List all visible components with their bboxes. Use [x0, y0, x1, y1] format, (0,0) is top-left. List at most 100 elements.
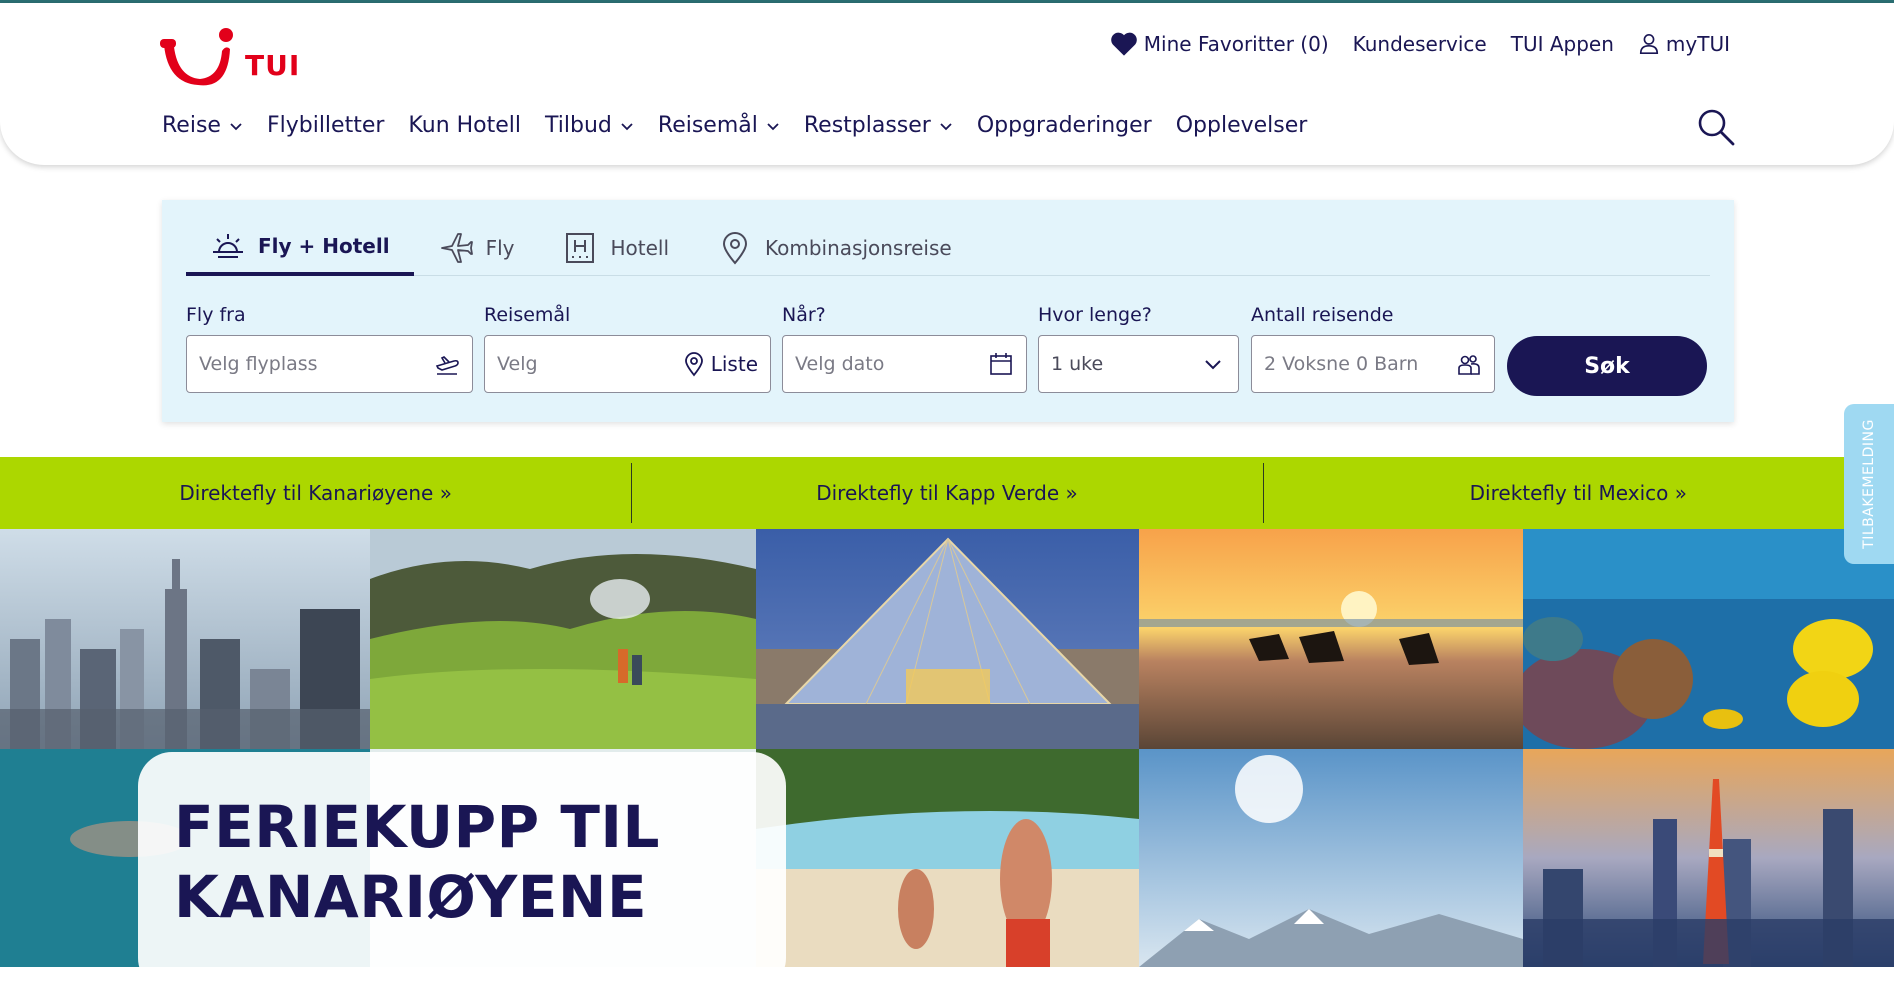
direct-flight-link-kapp-verde[interactable]: Direktefly til Kapp Verde » — [631, 457, 1262, 529]
photo-coral-reef-fish[interactable] — [1523, 529, 1894, 749]
favorites-label: Mine Favoritter (0) — [1143, 32, 1329, 56]
nav-item-restplasser[interactable]: Restplasser — [804, 113, 953, 138]
link-label: Direktefly til Mexico » — [1469, 481, 1687, 505]
chevron-down-icon — [767, 122, 779, 130]
favorites-link[interactable]: Mine Favoritter (0) — [1110, 31, 1329, 57]
search-tabs: Fly + Hotell Fly Hotell Kombinasjonsreis… — [186, 220, 1710, 276]
antall-reisende-field: Antall reisende 2 Voksne 0 Barn — [1251, 304, 1495, 393]
sun-icon — [213, 234, 243, 258]
direct-flight-link-mexico[interactable]: Direktefly til Mexico » — [1262, 457, 1894, 529]
field-label: Reisemål — [484, 304, 571, 326]
photo-snowy-mountains-sky[interactable] — [1139, 749, 1523, 967]
fly-fra-field: Fly fra Velg flyplass — [186, 304, 473, 393]
tab-label: Fly — [485, 236, 515, 260]
link-label: Direktefly til Kapp Verde » — [816, 481, 1078, 505]
list-label: Liste — [710, 352, 758, 376]
nav-label: Kun Hotell — [408, 113, 522, 138]
photo-kids-running-beach[interactable] — [756, 749, 1139, 967]
brand-name: TUI — [245, 49, 301, 82]
customer-service-label: Kundeservice — [1352, 32, 1487, 56]
nav-label: Tilbud — [545, 113, 612, 138]
promo-card[interactable]: FERIEKUPP TIL KANARIØYENE — [138, 752, 786, 992]
tab-label: Hotell — [610, 236, 670, 260]
field-placeholder: Velg dato — [795, 353, 885, 375]
hvor-lenge-field: Hvor lenge? 1 uke — [1038, 304, 1239, 393]
tui-app-label: TUI Appen — [1510, 32, 1614, 56]
tab-kombinasjonsreise[interactable]: Kombinasjonsreise — [693, 220, 976, 276]
search-icon — [1698, 109, 1735, 146]
nav-item-flybilletter[interactable]: Flybilletter — [267, 113, 384, 138]
promo-title-line2: KANARIØYENE — [174, 863, 648, 931]
holiday-search-panel: Fly + Hotell Fly Hotell Kombinasjonsreis… — [162, 200, 1734, 422]
selected-value: 2 Voksne 0 Barn — [1264, 353, 1419, 375]
site-search-button[interactable] — [1696, 107, 1736, 147]
main-nav: Reise Flybilletter Kun Hotell Tilbud Rei… — [162, 113, 1307, 138]
feedback-tab[interactable]: TILBAKEMELDING — [1844, 404, 1894, 564]
plane-departure-icon — [435, 356, 459, 375]
plane-icon — [440, 233, 473, 263]
link-label: Direktefly til Kanariøyene » — [179, 481, 452, 505]
tab-label: Kombinasjonsreise — [765, 236, 952, 260]
photo-beach-horse-riding-sunset[interactable] — [1139, 529, 1523, 749]
utility-nav: Mine Favoritter (0) Kundeservice TUI App… — [1110, 31, 1730, 57]
nav-item-reisemal[interactable]: Reisemål — [658, 113, 780, 138]
reisemal-field: Reisemål Velg Liste — [484, 304, 771, 393]
field-label: Hvor lenge? — [1038, 304, 1152, 326]
photo-iceland-hiking[interactable] — [370, 529, 756, 749]
photo-new-york-skyline[interactable] — [0, 529, 370, 749]
nav-item-tilbud[interactable]: Tilbud — [545, 113, 634, 138]
nav-label: Oppgraderinger — [976, 113, 1152, 138]
chevron-down-icon — [1205, 360, 1221, 370]
nar-field: Når? Velg dato — [782, 304, 1027, 393]
nav-item-reise[interactable]: Reise — [162, 113, 243, 138]
customer-service-link[interactable]: Kundeservice — [1353, 32, 1487, 56]
nav-item-opplevelser[interactable]: Opplevelser — [1176, 113, 1308, 138]
nav-label: Reise — [162, 113, 221, 138]
photo-tokyo-tower-city[interactable] — [1523, 749, 1894, 967]
people-icon — [1458, 355, 1480, 375]
direct-flights-bar: Direktefly til Kanariøyene » Direktefly … — [0, 457, 1894, 529]
nav-label: Reisemål — [657, 113, 758, 138]
field-label: Når? — [782, 304, 826, 326]
travellers-input[interactable]: 2 Voksne 0 Barn — [1251, 335, 1495, 393]
nav-label: Flybilletter — [266, 113, 385, 138]
chevron-down-icon — [940, 122, 952, 130]
nav-label: Restplasser — [803, 113, 931, 138]
direct-flight-link-kanarioyene[interactable]: Direktefly til Kanariøyene » — [0, 457, 631, 529]
tab-hotell[interactable]: Hotell — [538, 220, 693, 276]
feedback-label: TILBAKEMELDING — [1861, 419, 1877, 549]
location-pin-icon — [723, 232, 748, 265]
tab-label: Fly + Hotell — [258, 234, 390, 258]
site-header: TUI Mine Favoritter (0) Kundeservice TUI… — [0, 3, 1894, 165]
hotel-icon — [566, 233, 595, 263]
field-placeholder: Velg flyplass — [199, 353, 318, 375]
promo-title-line1: FERIEKUPP TIL — [174, 793, 660, 861]
departure-airport-input[interactable]: Velg flyplass — [186, 335, 473, 393]
field-label: Fly fra — [186, 304, 246, 326]
selected-value: 1 uke — [1051, 353, 1104, 375]
chevron-down-icon — [621, 122, 633, 130]
nav-label: Opplevelser — [1175, 113, 1308, 138]
tui-smile-icon — [160, 28, 233, 86]
tab-fly-hotell[interactable]: Fly + Hotell — [186, 220, 414, 276]
heart-icon — [1111, 32, 1137, 56]
location-pin-icon — [684, 352, 703, 377]
mytui-label: myTUI — [1665, 32, 1730, 56]
nav-item-oppgraderinger[interactable]: Oppgraderinger — [977, 113, 1152, 138]
calendar-icon — [990, 353, 1012, 375]
search-submit-button[interactable]: Søk — [1507, 336, 1707, 396]
tab-fly[interactable]: Fly — [414, 220, 539, 276]
nav-item-kun-hotell[interactable]: Kun Hotell — [408, 113, 521, 138]
mytui-link[interactable]: myTUI — [1638, 32, 1730, 56]
date-input[interactable]: Velg dato — [782, 335, 1027, 393]
tui-app-link[interactable]: TUI Appen — [1511, 32, 1614, 56]
user-icon — [1639, 34, 1658, 54]
destination-input[interactable]: Velg Liste — [484, 335, 771, 393]
field-placeholder: Velg — [497, 353, 538, 375]
tui-logo[interactable]: TUI — [160, 23, 300, 89]
field-label: Antall reisende — [1251, 304, 1394, 326]
destination-list-button[interactable]: Liste — [681, 351, 758, 377]
duration-select[interactable]: 1 uke — [1038, 335, 1239, 393]
photo-louvre-pyramid[interactable] — [756, 529, 1139, 749]
chevron-down-icon — [230, 122, 242, 130]
